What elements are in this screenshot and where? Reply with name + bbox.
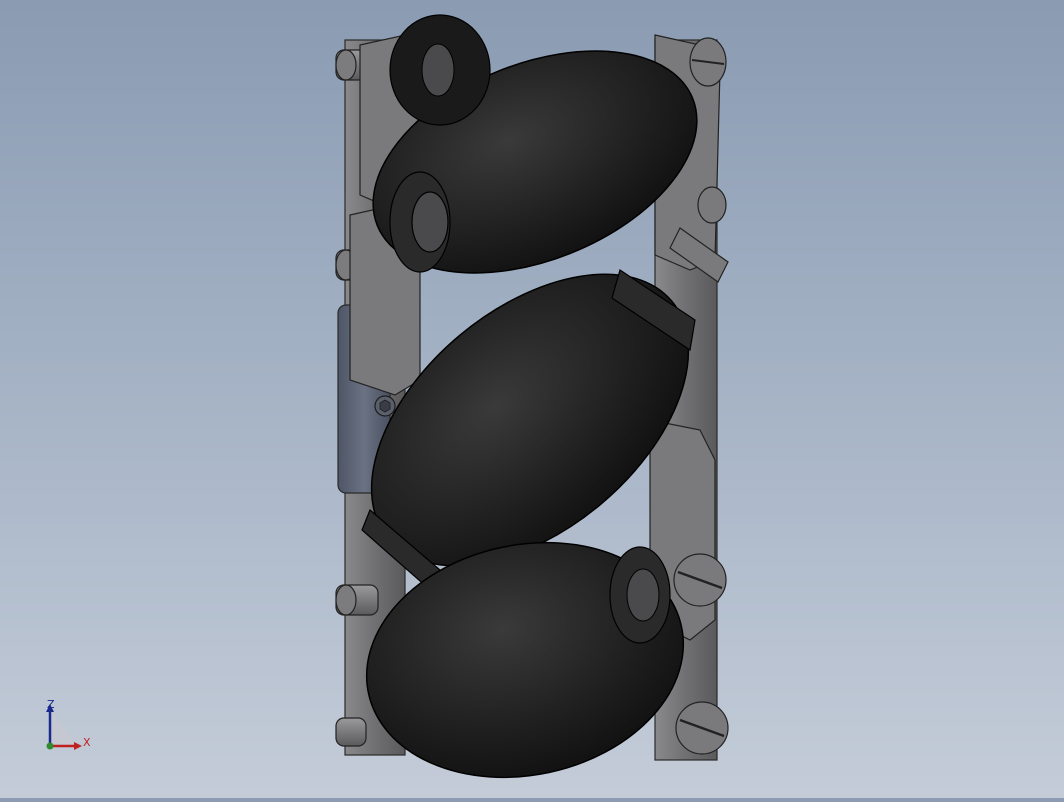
left-pin-lower (335, 584, 379, 616)
screw-lower-right (673, 553, 727, 607)
z-axis-label: Z (47, 698, 55, 711)
left-pin-bottom (335, 717, 367, 747)
3d-viewport[interactable] (0, 0, 1064, 798)
x-axis-label: X (83, 736, 91, 749)
view-orientation-triad[interactable]: Z X (40, 696, 100, 756)
mecanum-wheel-model[interactable] (0, 0, 1064, 798)
screw-top-right (689, 37, 727, 87)
roller-back-top (389, 14, 491, 126)
screw-bottom-right (675, 701, 729, 755)
x-axis-arrow (74, 742, 82, 750)
screw-upper-right (697, 186, 727, 224)
triad-plane (51, 710, 76, 746)
triad-origin (46, 742, 54, 750)
